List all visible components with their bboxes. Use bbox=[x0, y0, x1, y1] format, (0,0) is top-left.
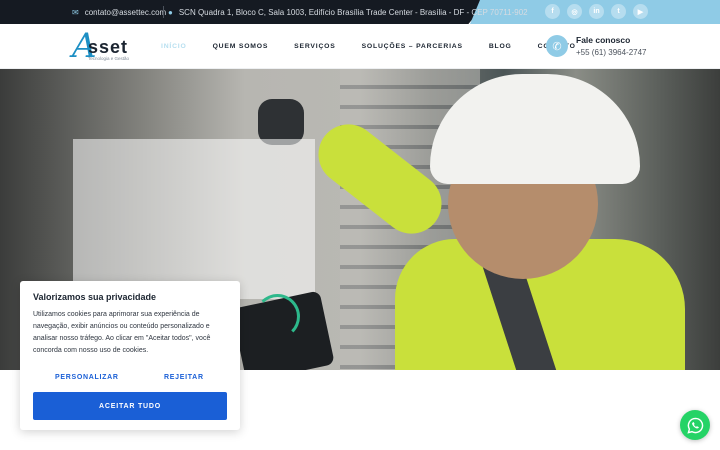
cookie-description: Utilizamos cookies para aprimorar sua ex… bbox=[33, 311, 211, 354]
top-bar: ✉ contato@assettec.com ● SCN Quadra 1, B… bbox=[0, 0, 720, 24]
youtube-icon[interactable]: ▶ bbox=[633, 4, 648, 19]
cookie-consent-banner: Valorizamos sua privacidade Utilizamos c… bbox=[20, 281, 240, 430]
address-text: SCN Quadra 1, Bloco C, Sala 1003, Edifíc… bbox=[178, 7, 528, 17]
top-address: ● SCN Quadra 1, Bloco C, Sala 1003, Edif… bbox=[168, 0, 528, 24]
nav-item-servicos[interactable]: SERVIÇOS bbox=[294, 43, 335, 50]
top-email[interactable]: ✉ contato@assettec.com bbox=[72, 0, 166, 24]
logo-word: sset bbox=[88, 37, 129, 57]
nav-item-quem-somos[interactable]: QUEM SOMOS bbox=[213, 43, 269, 50]
instagram-icon[interactable]: ◎ bbox=[567, 4, 582, 19]
site-header: A sset Tecnologia e Gestão INÍCIO QUEM S… bbox=[0, 24, 720, 69]
customize-button[interactable]: PERSONALIZAR bbox=[55, 374, 119, 381]
site-logo[interactable]: A sset Tecnologia e Gestão bbox=[72, 29, 152, 65]
nav-item-inicio[interactable]: INÍCIO bbox=[161, 43, 187, 50]
whatsapp-icon bbox=[686, 417, 703, 434]
contact-info: Fale conosco +55 (61) 3964-2747 bbox=[576, 35, 647, 57]
linkedin-icon[interactable]: in bbox=[589, 4, 604, 19]
nav-item-solucoes-parcerias[interactable]: SOLUÇÕES – PARCERIAS bbox=[362, 43, 463, 50]
social-links: f ◎ in t ▶ bbox=[545, 4, 648, 19]
accept-all-button[interactable]: ACEITAR TUDO bbox=[33, 392, 227, 420]
twitter-icon[interactable]: t bbox=[611, 4, 626, 19]
hero-text-overlay bbox=[73, 139, 315, 299]
logo-tagline: Tecnologia e Gestão bbox=[88, 56, 130, 61]
cookie-title: Valorizamos sua privacidade bbox=[33, 292, 157, 302]
facebook-icon[interactable]: f bbox=[545, 4, 560, 19]
email-text: contato@assettec.com bbox=[84, 7, 167, 17]
contact-phone: +55 (61) 3964-2747 bbox=[576, 48, 647, 57]
phone-icon: ✆ bbox=[546, 35, 568, 57]
nav-item-blog[interactable]: BLOG bbox=[489, 43, 512, 50]
envelope-icon: ✉ bbox=[72, 7, 79, 17]
header-contact[interactable]: ✆ Fale conosco +55 (61) 3964-2747 bbox=[546, 35, 647, 57]
contact-title: Fale conosco bbox=[576, 35, 631, 45]
top-divider bbox=[163, 6, 164, 18]
main-nav: INÍCIO QUEM SOMOS SERVIÇOS SOLUÇÕES – PA… bbox=[161, 24, 602, 69]
map-pin-icon: ● bbox=[168, 7, 173, 17]
whatsapp-button[interactable] bbox=[680, 410, 710, 440]
reject-button[interactable]: REJEITAR bbox=[164, 374, 204, 381]
hero-gauge bbox=[255, 294, 300, 339]
